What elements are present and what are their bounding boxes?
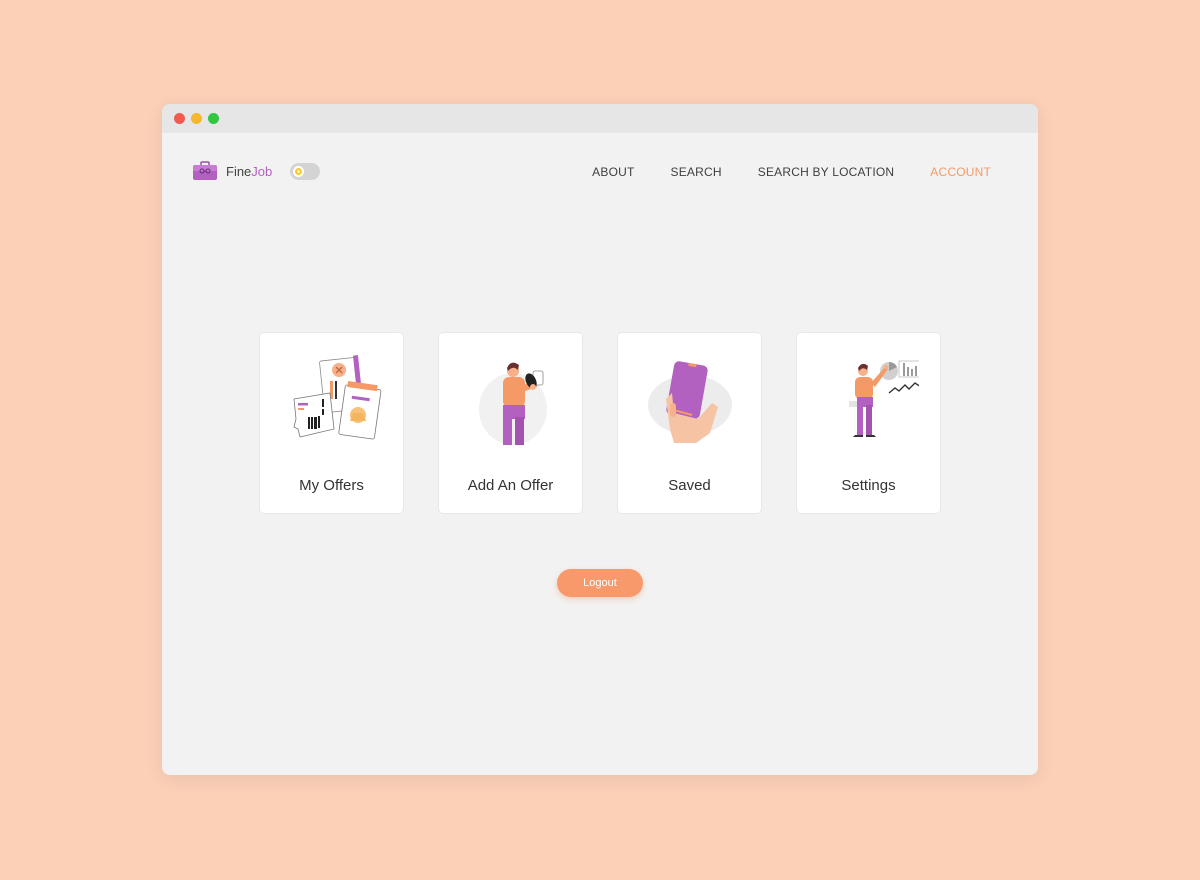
nav-account[interactable]: ACCOUNT — [930, 165, 991, 179]
brand-name-part1: Fine — [226, 163, 252, 179]
add-offer-label: Add An Offer — [467, 477, 554, 494]
nav-search-by-location[interactable]: SEARCH BY LOCATION — [758, 165, 895, 179]
phone-in-hand-illustration — [647, 361, 732, 443]
add-offer-card[interactable]: Add An Offer — [438, 332, 583, 514]
account-cards: My Offers Add An Offer Saved Settings — [259, 332, 941, 514]
saved-card[interactable]: Saved — [617, 332, 762, 514]
browser-window: FineJob ABOUT SEARCH SEARCH BY LOCATION … — [162, 104, 1038, 775]
settings-label: Settings — [841, 477, 896, 494]
close-window-button[interactable] — [174, 113, 185, 124]
my-offers-card[interactable]: My Offers — [259, 332, 404, 514]
top-navbar: FineJob ABOUT SEARCH SEARCH BY LOCATION … — [162, 133, 1038, 213]
sun-icon — [293, 166, 304, 177]
nav-about[interactable]: ABOUT — [592, 165, 634, 179]
saved-label: Saved — [668, 477, 711, 494]
brand-logo[interactable]: FineJob — [192, 161, 272, 181]
window-titlebar — [162, 104, 1038, 133]
minimize-window-button[interactable] — [191, 113, 202, 124]
person-adding-offer-illustration — [478, 362, 547, 445]
maximize-window-button[interactable] — [208, 113, 219, 124]
theme-toggle[interactable] — [290, 163, 320, 180]
offers-documents-illustration — [293, 355, 381, 440]
brand-name-part2: Job — [251, 163, 273, 179]
my-offers-label: My Offers — [299, 477, 364, 494]
brand-name: FineJob — [226, 164, 272, 179]
logout-button[interactable]: Logout — [557, 569, 643, 597]
briefcase-icon — [193, 161, 217, 180]
nav-search[interactable]: SEARCH — [671, 165, 722, 179]
person-with-charts-illustration — [848, 360, 919, 437]
settings-card[interactable]: Settings — [796, 332, 941, 514]
main-nav: ABOUT SEARCH SEARCH BY LOCATION ACCOUNT — [592, 165, 991, 179]
